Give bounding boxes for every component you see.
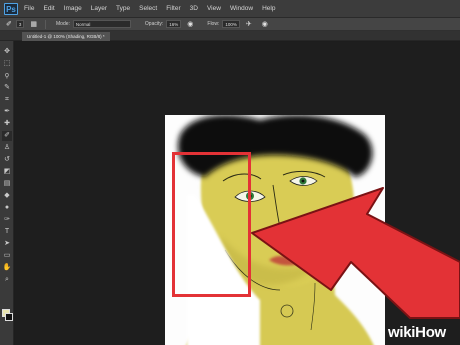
brush-panel-icon[interactable]: ▦ bbox=[30, 20, 37, 28]
shape-tool-icon[interactable]: ▭ bbox=[2, 251, 12, 261]
watermark-how: How bbox=[415, 324, 446, 341]
gradient-tool-icon[interactable]: ▤ bbox=[2, 179, 12, 189]
blur-tool-icon[interactable]: ◆ bbox=[2, 191, 12, 201]
opacity-label: Opacity: bbox=[144, 21, 164, 27]
crop-tool-icon[interactable]: ⌗ bbox=[2, 95, 12, 105]
type-tool-icon[interactable]: T bbox=[2, 227, 12, 237]
menu-filter[interactable]: Filter bbox=[166, 5, 180, 12]
photoshop-logo: Ps bbox=[4, 2, 18, 15]
lasso-tool-icon[interactable]: ϙ bbox=[2, 71, 12, 81]
mode-select[interactable]: Normal bbox=[72, 20, 131, 28]
menu-file[interactable]: File bbox=[24, 5, 34, 12]
wikihow-watermark: wikiHow bbox=[388, 324, 446, 341]
dodge-tool-icon[interactable]: ● bbox=[2, 203, 12, 213]
flow-field[interactable]: 100% bbox=[222, 20, 240, 28]
menu-3d[interactable]: 3D bbox=[190, 5, 198, 12]
background-color-swatch[interactable] bbox=[5, 313, 13, 321]
airbrush-icon[interactable]: ✈ bbox=[246, 20, 252, 28]
document-tab-bar: Untitled-1 @ 100% (Shading, RGB/8) * bbox=[0, 31, 460, 41]
face-drawing bbox=[177, 115, 374, 345]
zoom-tool-icon[interactable]: ⌕ bbox=[2, 275, 12, 285]
hand-tool-icon[interactable]: ✋ bbox=[2, 263, 12, 273]
menu-image[interactable]: Image bbox=[64, 5, 82, 12]
canvas-workspace[interactable] bbox=[15, 42, 460, 345]
brush-size-picker[interactable]: 3 bbox=[15, 20, 25, 28]
eyedropper-tool-icon[interactable]: ✒ bbox=[2, 107, 12, 117]
menu-layer[interactable]: Layer bbox=[91, 5, 107, 12]
menu-edit[interactable]: Edit bbox=[43, 5, 54, 12]
eraser-tool-icon[interactable]: ◩ bbox=[2, 167, 12, 177]
marquee-tool-icon[interactable]: ⬚ bbox=[2, 59, 12, 69]
brush-preset-icon[interactable]: ✐ bbox=[6, 20, 12, 28]
divider bbox=[45, 19, 47, 29]
quick-select-tool-icon[interactable]: ✎ bbox=[2, 83, 12, 93]
path-select-tool-icon[interactable]: ➤ bbox=[2, 239, 12, 249]
clone-stamp-tool-icon[interactable]: ♙ bbox=[2, 143, 12, 153]
healing-brush-tool-icon[interactable]: ✚ bbox=[2, 119, 12, 129]
mode-label: Mode: bbox=[56, 21, 70, 27]
flow-label: Flow: bbox=[207, 21, 220, 27]
pressure-opacity-icon[interactable]: ◉ bbox=[187, 20, 193, 28]
pen-tool-icon[interactable]: ✑ bbox=[2, 215, 12, 225]
watermark-wiki: wiki bbox=[388, 324, 416, 341]
menu-view[interactable]: View bbox=[207, 5, 221, 12]
brush-tool-icon[interactable]: ✐ bbox=[2, 131, 12, 141]
opacity-field[interactable]: 16% bbox=[166, 20, 182, 28]
document-canvas[interactable] bbox=[165, 115, 385, 345]
pressure-size-icon[interactable]: ◉ bbox=[262, 20, 268, 28]
options-bar: ✐ 3 ▦ Mode: Normal Opacity: 16% ◉ Flow: … bbox=[0, 18, 460, 31]
menu-select[interactable]: Select bbox=[139, 5, 157, 12]
menu-type[interactable]: Type bbox=[116, 5, 130, 12]
menu-help[interactable]: Help bbox=[262, 5, 275, 12]
document-tab[interactable]: Untitled-1 @ 100% (Shading, RGB/8) * bbox=[22, 32, 110, 41]
move-tool-icon[interactable]: ✥ bbox=[2, 47, 12, 57]
toolbox: ✥ ⬚ ϙ ✎ ⌗ ✒ ✚ ✐ ♙ ↺ ◩ ▤ ◆ ● ✑ T ➤ ▭ ✋ ⌕ bbox=[0, 41, 14, 345]
history-brush-tool-icon[interactable]: ↺ bbox=[2, 155, 12, 165]
menu-bar: Ps File Edit Image Layer Type Select Fil… bbox=[0, 0, 460, 18]
menu-window[interactable]: Window bbox=[230, 5, 253, 12]
